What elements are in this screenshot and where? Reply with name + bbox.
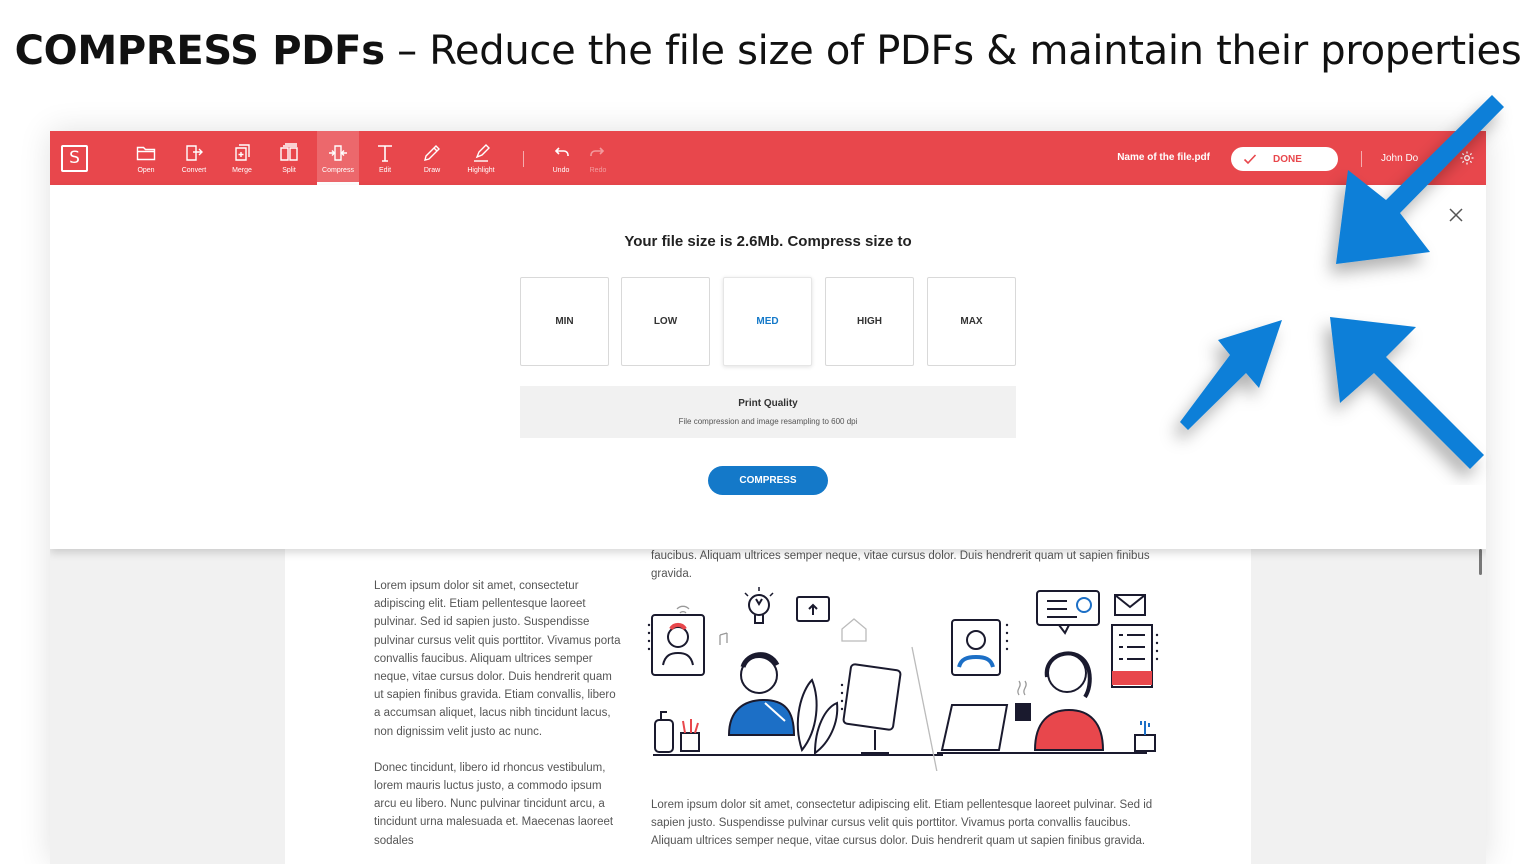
tool-open[interactable]: Open xyxy=(125,131,167,185)
office-illustration-image xyxy=(647,587,1159,771)
tool-split[interactable]: Split xyxy=(268,131,310,185)
convert-icon xyxy=(186,145,203,161)
option-med[interactable]: MED xyxy=(723,277,812,366)
undo-icon xyxy=(554,147,569,156)
highlighter-icon xyxy=(474,144,490,162)
quality-info: Print Quality File compression and image… xyxy=(520,386,1016,438)
option-min[interactable]: MIN xyxy=(520,277,609,366)
compress-arrows-graphic xyxy=(1180,95,1504,469)
tool-label: Split xyxy=(282,167,296,174)
tool-label: Redo xyxy=(589,167,607,174)
vertical-scrollbar[interactable] xyxy=(1479,549,1482,575)
text-column-left: Lorem ipsum dolor sit amet, consectetur … xyxy=(374,577,622,850)
tool-label: Convert xyxy=(181,167,207,174)
arrow-bottom-left-icon xyxy=(1180,320,1282,430)
tool-label: Edit xyxy=(378,167,392,174)
tool-label: Highlight xyxy=(467,167,495,174)
headline-bold: COMPRESS PDFs xyxy=(14,28,385,74)
merge-icon xyxy=(235,144,250,161)
tool-highlight[interactable]: Highlight xyxy=(460,131,502,185)
pencil-icon xyxy=(424,145,440,161)
folder-icon xyxy=(136,146,156,161)
tool-undo[interactable]: Undo xyxy=(540,131,582,185)
tool-convert[interactable]: Convert xyxy=(173,131,215,185)
paragraph: faucibus. Aliquam ultrices semper neque,… xyxy=(651,550,1150,581)
tool-compress[interactable]: Compress xyxy=(317,131,359,185)
tool-draw[interactable]: Draw xyxy=(411,131,453,185)
app-logo[interactable]: S xyxy=(61,145,88,172)
tool-redo[interactable]: Redo xyxy=(577,131,619,185)
promo-headline: COMPRESS PDFs – Reduce the file size of … xyxy=(0,28,1536,74)
option-max[interactable]: MAX xyxy=(927,277,1016,366)
toolbar-divider xyxy=(523,151,524,167)
quality-description: File compression and image resampling to… xyxy=(678,417,858,426)
arrow-bottom-right-icon xyxy=(1330,317,1484,469)
paragraph: Lorem ipsum dolor sit amet, consectetur … xyxy=(374,580,621,738)
tool-edit[interactable]: Edit xyxy=(364,131,406,185)
compress-icon xyxy=(329,145,347,161)
tool-label: Open xyxy=(137,167,155,174)
compress-button[interactable]: COMPRESS xyxy=(708,466,828,495)
tool-label: Merge xyxy=(232,167,252,174)
split-icon xyxy=(280,143,298,161)
paragraph: Lorem ipsum dolor sit amet, consectetur … xyxy=(651,799,1153,848)
option-low[interactable]: LOW xyxy=(621,277,710,366)
headline-rest: – Reduce the file size of PDFs & maintai… xyxy=(384,28,1522,74)
arrow-top-right-icon xyxy=(1336,95,1504,264)
tool-label: Draw xyxy=(423,167,441,174)
text-icon xyxy=(378,145,392,162)
option-high[interactable]: HIGH xyxy=(825,277,914,366)
tool-label: Compress xyxy=(322,167,354,174)
quality-title: Print Quality xyxy=(738,398,798,409)
tool-merge[interactable]: Merge xyxy=(221,131,263,185)
paragraph: Donec tincidunt, libero id rhoncus vesti… xyxy=(374,761,614,847)
redo-icon xyxy=(590,147,605,156)
